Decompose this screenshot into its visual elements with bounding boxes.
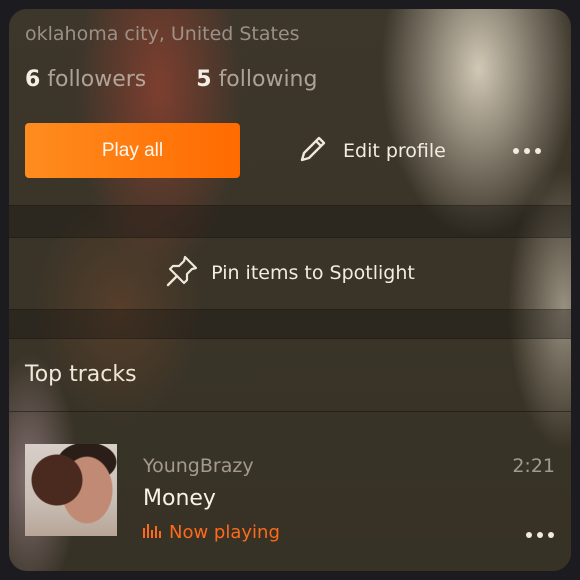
followers-count: 6 [25, 67, 41, 92]
profile-card: oklahoma city, United States 6 followers… [9, 9, 571, 571]
edit-profile-label: Edit profile [343, 140, 446, 162]
track-duration: 2:21 [512, 455, 555, 477]
pin-to-spotlight-button[interactable]: Pin items to Spotlight [9, 238, 571, 308]
followers-label: followers [47, 67, 147, 92]
track-artist[interactable]: YoungBrazy [143, 455, 254, 477]
profile-stats: 6 followers 5 following [25, 67, 317, 92]
play-all-button[interactable]: Play all [25, 123, 240, 178]
track-more-options-icon[interactable] [524, 523, 556, 547]
track-title[interactable]: Money [143, 486, 216, 511]
profile-location: oklahoma city, United States [25, 23, 300, 45]
track-row[interactable]: YoungBrazy Money Now playing 2:21 [9, 439, 571, 543]
pin-to-spotlight-label: Pin items to Spotlight [211, 262, 415, 284]
track-artwork[interactable] [25, 444, 117, 536]
now-playing-status: Now playing [143, 522, 280, 543]
following-count: 5 [196, 67, 212, 92]
followers-link[interactable]: 6 followers [25, 67, 153, 92]
following-label: following [218, 67, 318, 92]
more-options-icon[interactable] [512, 139, 542, 163]
now-playing-label: Now playing [169, 522, 280, 543]
top-tracks-heading: Top tracks [25, 362, 137, 387]
edit-profile-button[interactable]: Edit profile [297, 131, 446, 171]
pencil-icon [297, 133, 329, 170]
equalizer-icon [143, 522, 161, 543]
following-link[interactable]: 5 following [196, 67, 317, 92]
pin-icon [165, 254, 199, 293]
